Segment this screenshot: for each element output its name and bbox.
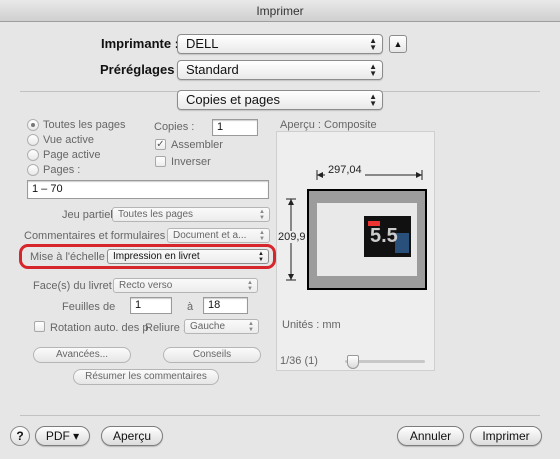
- comments-select[interactable]: Document et a... ▲ ▼: [167, 228, 270, 243]
- radio-current-page[interactable]: [27, 149, 39, 161]
- booklet-sides-label: Face(s) du livret :: [33, 280, 118, 292]
- pdf-label: PDF ▾: [45, 429, 80, 443]
- width-dimension: 297,04: [325, 164, 365, 176]
- radio-current-view-label: Vue active: [43, 134, 94, 146]
- binding-value: Gauche: [190, 321, 226, 332]
- print-button[interactable]: Imprimer: [470, 426, 542, 446]
- collapse-disclosure-button[interactable]: ▲: [389, 35, 407, 53]
- sheets-from-input[interactable]: 1: [130, 297, 172, 314]
- summarize-comments-button[interactable]: Résumer les commentaires: [73, 369, 219, 385]
- thumbnail-text: 5.5: [370, 225, 398, 247]
- units-label: Unités : mm: [282, 319, 341, 331]
- triangle-up-icon: ▲: [393, 39, 403, 49]
- advanced-label: Avancées...: [55, 349, 109, 360]
- separator: [20, 415, 540, 416]
- booklet-sides-select[interactable]: Recto verso ▲ ▼: [113, 278, 258, 293]
- window-title-bar: Imprimer: [0, 0, 560, 22]
- copies-input[interactable]: 1: [212, 119, 258, 136]
- comments-label: Commentaires et formulaires :: [24, 230, 172, 242]
- auto-rotate-label: Rotation auto. des p: [50, 322, 149, 334]
- sheets-to-input[interactable]: 18: [203, 297, 248, 314]
- panel-select[interactable]: Copies et pages ▲ ▼: [177, 90, 383, 110]
- radio-all-pages-label: Toutes les pages: [43, 119, 126, 131]
- pdf-menu-button[interactable]: PDF ▾: [35, 426, 90, 446]
- comments-value: Document et a...: [173, 230, 247, 241]
- updown-arrows-icon: ▲ ▼: [259, 230, 265, 242]
- page-range-value: 1 – 70: [32, 183, 63, 195]
- preview-label: Aperçu : Composite: [280, 119, 377, 131]
- page-slider-thumb[interactable]: [347, 355, 359, 369]
- sheets-from-value: 1: [135, 299, 142, 311]
- preview-frame: 297,04 209,9 5.5 Unités : mm: [276, 131, 435, 371]
- print-dialog: Imprimante : DELL ▲ ▼ ▲ Préréglages : Sta…: [0, 22, 560, 459]
- panel-select-value: Copies et pages: [186, 92, 280, 107]
- printer-label: Imprimante :: [101, 36, 180, 51]
- radio-pages[interactable]: [27, 164, 39, 176]
- sheets-to-value: 18: [208, 299, 221, 311]
- binding-label: Reliure :: [145, 322, 186, 334]
- printer-select[interactable]: DELL ▲ ▼: [177, 34, 383, 54]
- partial-set-select[interactable]: Toutes les pages ▲ ▼: [112, 207, 270, 222]
- updown-arrows-icon: ▲ ▼: [258, 251, 264, 263]
- copies-label: Copies :: [154, 121, 195, 133]
- page-range-input[interactable]: 1 – 70: [27, 180, 269, 199]
- arrow-down-icon: [288, 274, 294, 280]
- presets-select[interactable]: Standard ▲ ▼: [177, 60, 383, 80]
- printer-select-value: DELL: [186, 36, 219, 51]
- copies-value: 1: [217, 121, 224, 133]
- presets-label: Préréglages :: [100, 62, 183, 77]
- sheets-from-label: Feuilles de: [62, 301, 116, 313]
- partial-set-label: Jeu partiel :: [62, 209, 119, 221]
- scaling-select[interactable]: Impression en livret ▲ ▼: [107, 249, 269, 264]
- radio-current-page-label: Page active: [43, 149, 101, 161]
- reverse-checkbox[interactable]: [155, 156, 166, 167]
- print-label: Imprimer: [482, 429, 530, 443]
- collate-label: Assembler: [171, 139, 223, 151]
- radio-pages-label: Pages :: [43, 164, 81, 176]
- auto-rotate-checkbox[interactable]: [34, 321, 45, 332]
- help-label: ?: [16, 429, 24, 443]
- sheets-to-label: à: [187, 301, 194, 313]
- height-dimension: 209,9: [278, 231, 306, 243]
- updown-arrows-icon: ▲ ▼: [247, 280, 253, 292]
- scaling-value: Impression en livret: [113, 251, 200, 262]
- cancel-label: Annuler: [409, 429, 452, 443]
- summarize-comments-label: Résumer les commentaires: [85, 371, 207, 382]
- preview-button[interactable]: Aperçu: [101, 426, 163, 446]
- updown-arrows-icon: ▲ ▼: [248, 321, 254, 333]
- booklet-sides-value: Recto verso: [119, 280, 173, 291]
- tips-label: Conseils: [192, 349, 232, 360]
- radio-all-pages[interactable]: [27, 119, 39, 131]
- partial-set-value: Toutes les pages: [118, 209, 194, 220]
- preview-button-label: Aperçu: [112, 429, 152, 443]
- updown-arrows-icon: ▲ ▼: [369, 36, 377, 52]
- updown-arrows-icon: ▲ ▼: [369, 62, 377, 78]
- updown-arrows-icon: ▲ ▼: [259, 209, 265, 221]
- arrow-right-icon: [416, 172, 422, 178]
- radio-current-view[interactable]: [27, 134, 39, 146]
- help-button[interactable]: ?: [10, 426, 30, 446]
- cancel-button[interactable]: Annuler: [397, 426, 464, 446]
- advanced-button[interactable]: Avancées...: [33, 347, 131, 363]
- updown-arrows-icon: ▲ ▼: [369, 92, 377, 108]
- page-counter: 1/36 (1): [280, 355, 318, 367]
- reverse-label: Inverser: [171, 156, 211, 168]
- scaling-label: Mise à l'échelle :: [30, 251, 111, 263]
- collate-checkbox[interactable]: ✓: [155, 139, 166, 150]
- arrow-left-icon: [317, 172, 323, 178]
- checkmark-icon: ✓: [156, 139, 165, 150]
- tips-button[interactable]: Conseils: [163, 347, 261, 363]
- presets-select-value: Standard: [186, 62, 239, 77]
- binding-select[interactable]: Gauche ▲ ▼: [184, 319, 259, 334]
- arrow-up-icon: [288, 199, 294, 205]
- window-title: Imprimer: [256, 4, 304, 18]
